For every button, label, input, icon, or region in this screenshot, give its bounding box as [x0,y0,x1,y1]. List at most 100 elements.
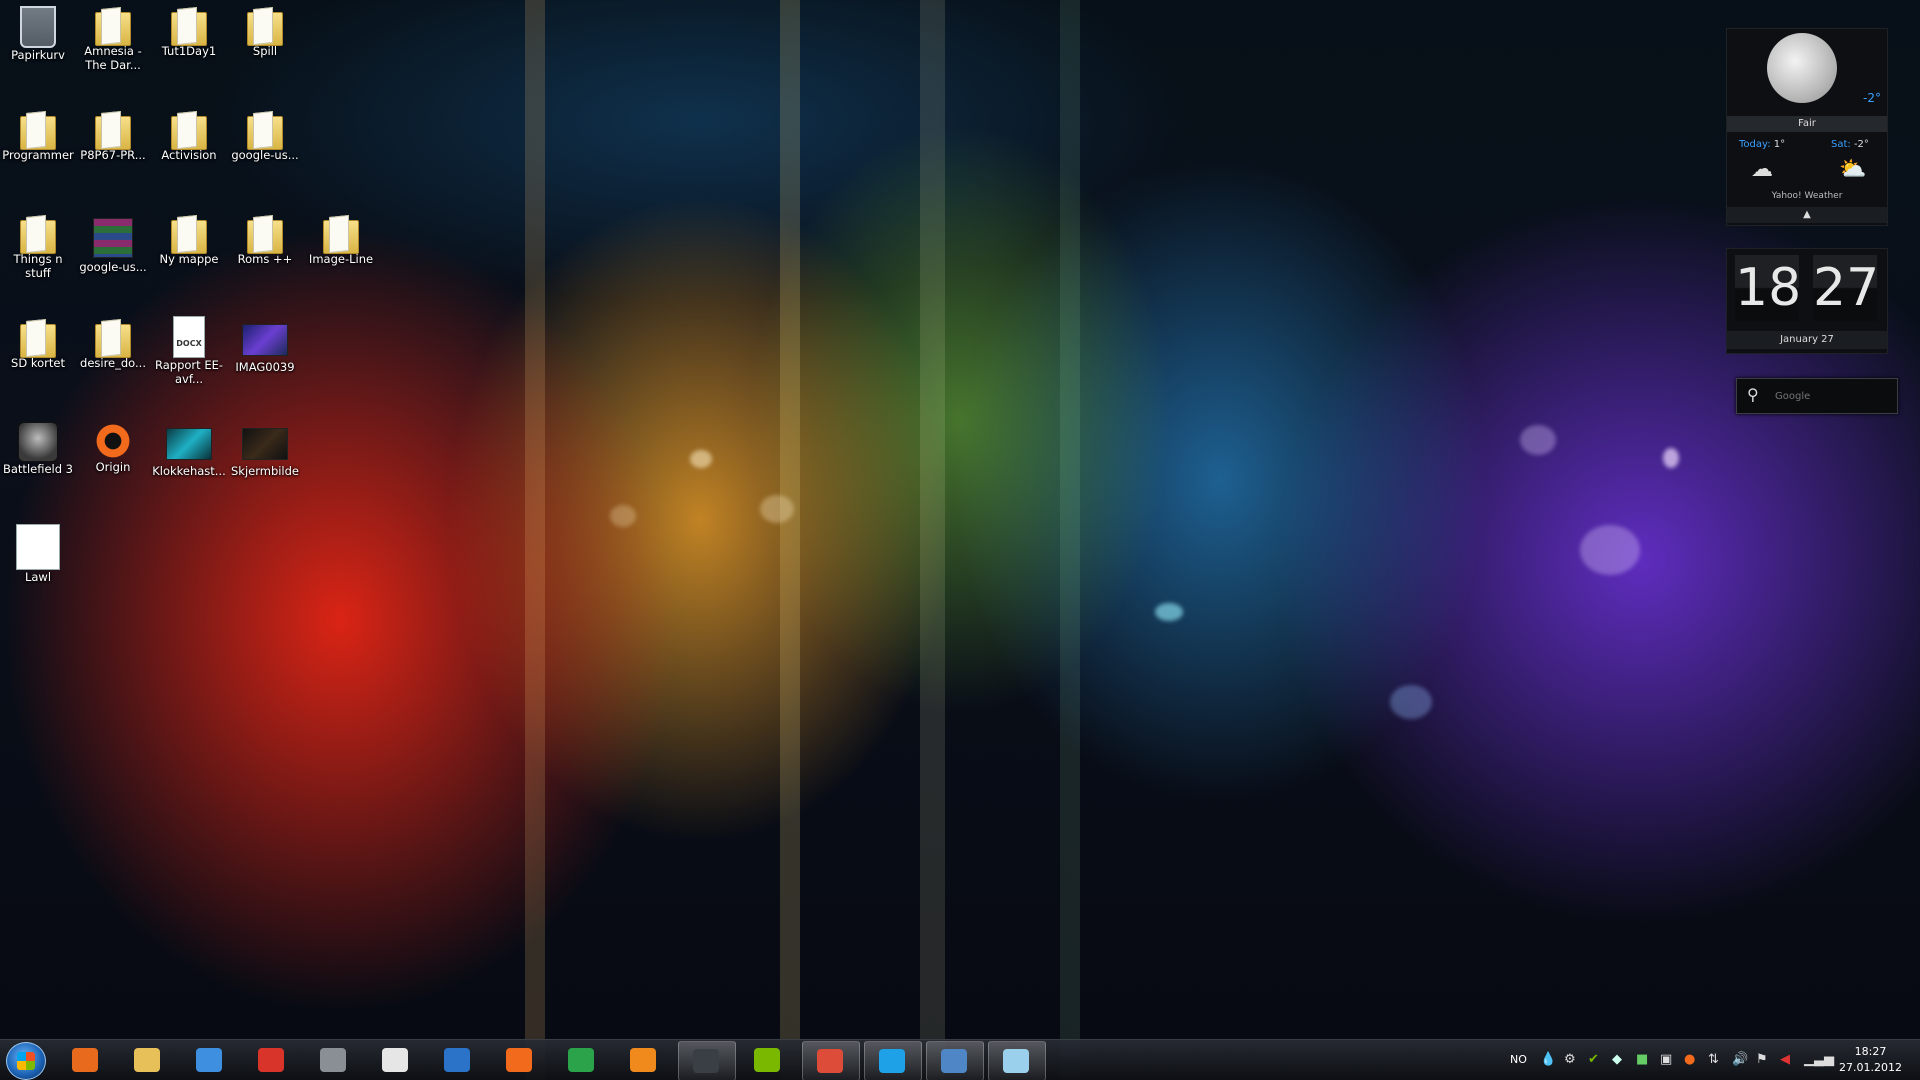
desktop-icon-origin[interactable]: Origin [75,418,151,474]
start-button[interactable] [6,1042,46,1080]
desktop-icon-sd-kortet[interactable]: SD kortet [0,314,76,370]
folder-icon [245,112,285,150]
origin-tray-icon[interactable]: ● [1684,1052,1695,1067]
network-activity-icon[interactable]: ⇅ [1708,1052,1719,1067]
desktop-icon-activision[interactable]: Activision [151,106,227,162]
desktop-icon-roms[interactable]: Roms ++ [227,210,303,266]
folder-icon [93,8,133,46]
sc-tool-icon [320,1048,346,1072]
windows-media-player-icon [72,1048,98,1072]
action-center-flag-icon[interactable]: ⚑ [1756,1052,1768,1067]
desktop-icon-skjermbilde[interactable]: Skjermbilde [227,418,303,478]
desktop-icon-programmer[interactable]: Programmer [0,106,76,162]
folder-icon [245,216,285,254]
folder-icon [18,216,58,254]
taskbar-app-itunes[interactable] [182,1041,238,1079]
desktop-icon-image-line[interactable]: Image-Line [303,210,379,266]
desktop-icon-tut1day1[interactable]: Tut1Day1 [151,2,227,58]
desktop-icon-desire-do[interactable]: desire_do... [75,314,151,370]
taskbar-app-chrome[interactable] [802,1041,860,1080]
droplet-icon[interactable]: 💧 [1540,1052,1556,1067]
folder-icon [321,216,361,254]
city-app-icon [444,1048,470,1072]
folder-icon [18,320,58,358]
weather-widget[interactable]: -2° Fair Today: 1° Sat: -2° ☁ ⛅ Yahoo! W… [1726,28,1888,226]
tray-app-icon[interactable]: ▣ [1660,1052,1672,1067]
desktop-icon-google-us-folder[interactable]: google-us... [227,106,303,162]
explorer-icon [134,1048,160,1072]
signal-bars-icon[interactable]: ▁▃▅ [1804,1052,1834,1067]
desktop-icon-ny-mappe[interactable]: Ny mappe [151,210,227,266]
taskbar-app-sc-tool[interactable] [306,1041,362,1079]
steam-icon [693,1049,719,1073]
paint-icon [1003,1049,1029,1073]
taskbar-app-control-panel[interactable] [926,1041,984,1080]
volume-icon[interactable]: 🔊 [1732,1052,1748,1067]
taskbar-app-cpuid[interactable] [554,1041,610,1079]
taskbar-app-paint[interactable] [988,1041,1046,1080]
winrar-archive-icon [93,218,133,258]
desktop-icon-battlefield-3[interactable]: Battlefield 3 [0,418,76,476]
spotify-icon [754,1048,780,1072]
partly-sunny-icon: ⛅ [1839,157,1867,182]
collapse-button[interactable]: ▲ [1727,207,1887,223]
taskbar-app-steam[interactable] [678,1041,736,1080]
chrome-icon [817,1049,843,1073]
google-search-gadget: ⚲ [1736,378,1898,414]
notepad-doc-icon [382,1048,408,1072]
desktop-icon-amnesia[interactable]: Amnesia - The Dar... [75,2,151,72]
weather-provider: Yahoo! Weather [1771,191,1843,201]
image-file-icon [242,324,288,356]
taskbar-app-explorer[interactable] [120,1041,176,1079]
search-icon: ⚲ [1747,385,1759,404]
folder-icon [169,8,209,46]
desktop-icon-things-n-stuff[interactable]: Things n stuff [0,210,76,280]
taskbar-clock[interactable]: 18:27 27.01.2012 [1839,1044,1902,1076]
current-temperature: -2° [1863,91,1881,105]
desktop-icon-lawl[interactable]: Lawl [0,522,76,584]
tray-app-icon[interactable]: ◆ [1612,1052,1622,1067]
weather-condition: Fair [1727,116,1887,132]
tray-app-icon[interactable]: ■ [1636,1052,1648,1067]
folder-icon [245,8,285,46]
docx-file-icon: DOCX [173,316,205,358]
taskbar-app-city-app[interactable] [430,1041,486,1079]
desktop-icon-klokkehast[interactable]: Klokkehast... [151,418,227,478]
taskbar-app-skype[interactable] [864,1041,922,1080]
taskbar-app-windows-media-player[interactable] [58,1041,114,1079]
desktop-icon-rapport[interactable]: DOCX Rapport EE-avf... [151,314,227,386]
recycle-bin-icon [20,6,56,48]
origin-shortcut-icon [94,422,132,460]
taskbar-app-origin[interactable] [492,1041,548,1079]
firefox-icon [630,1048,656,1072]
desktop-icon-spill[interactable]: Spill [227,2,303,58]
clock-widget: 18 27 January 27 [1726,248,1888,354]
desktop-icon-google-us-archive[interactable]: google-us... [75,210,151,274]
skype-icon [879,1049,905,1073]
docx-badge: DOCX [176,339,202,348]
taskbar: NO 💧 ⚙ ✔ ◆ ■ ▣ ● ⇅ 🔊 ⚑ ◀ ▁▃▅ 18:27 27.01… [0,1039,1920,1080]
sound-muted-icon[interactable]: ◀ [1780,1052,1790,1067]
taskbar-app-ccleaner[interactable] [244,1041,300,1079]
steam-tray-icon[interactable]: ⚙ [1564,1052,1576,1067]
ccleaner-icon [258,1048,284,1072]
taskbar-app-firefox[interactable] [616,1041,672,1079]
tray-app-icon[interactable]: ✔ [1588,1052,1599,1067]
folder-icon [169,112,209,150]
clock-date: January 27 [1727,331,1887,349]
battlefield-shortcut-icon [18,422,58,462]
forecast-saturday: Sat: -2° [1831,139,1869,150]
taskbar-app-spotify[interactable] [740,1041,796,1079]
origin-icon [506,1048,532,1072]
itunes-icon [196,1048,222,1072]
desktop-icon-imag0039[interactable]: IMAG0039 [227,314,303,374]
desktop-icon-p8p67[interactable]: P8P67-PR... [75,106,151,162]
google-search-input[interactable] [1773,385,1891,407]
cpuid-icon [568,1048,594,1072]
desktop-icon-papirkurv[interactable]: Papirkurv [0,2,76,62]
folder-icon [18,112,58,150]
forecast-today: Today: 1° [1739,139,1786,150]
control-panel-icon [941,1049,967,1073]
taskbar-app-notepad-doc[interactable] [368,1041,424,1079]
windows-logo-icon [17,1052,35,1070]
